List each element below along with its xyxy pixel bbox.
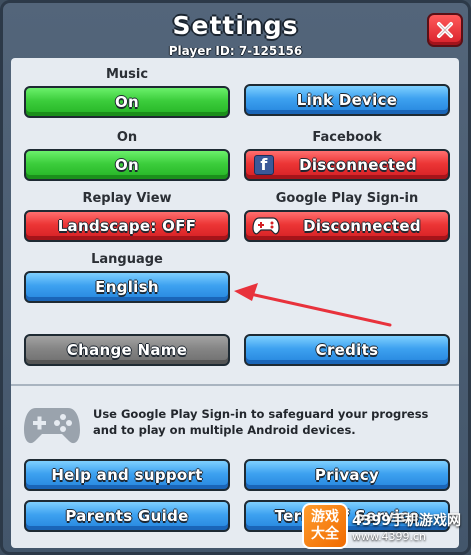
facebook-connect-button[interactable]: f Disconnected [244,149,450,181]
watermark-site-name: 4399手机游戏网 [352,512,461,529]
facebook-label: Facebook [312,130,382,145]
music-toggle-button[interactable]: On [24,86,230,118]
gamepad-icon [24,408,80,444]
language-select-button[interactable]: English [24,271,230,303]
site-watermark: 游戏 大全 4399手机游戏网 www.4399.cn [302,500,470,552]
change-name-button[interactable]: Change Name [24,334,230,366]
google-play-status: Disconnected [303,217,421,235]
annotation-arrow-icon [234,283,392,327]
google-play-info-text: Use Google Play Sign-in to safeguard you… [93,407,429,437]
parents-guide-button[interactable]: Parents Guide [24,500,230,532]
privacy-button[interactable]: Privacy [244,459,450,491]
language-label: Language [91,252,163,267]
music-label: Music [105,67,149,82]
section-divider [11,384,459,386]
google-play-connect-button[interactable]: Disconnected [244,210,450,242]
facebook-icon: f [254,155,274,175]
close-icon [437,22,453,38]
help-and-support-button[interactable]: Help and support [24,459,230,491]
page-title: Settings [172,11,299,40]
replay-view-label: Replay View [82,191,172,206]
close-button[interactable] [427,13,463,47]
replay-view-button[interactable]: Landscape: OFF [24,210,230,242]
sfx-label: On [116,130,138,145]
sfx-toggle-button[interactable]: On [24,149,230,181]
watermark-logo: 游戏 大全 [302,503,348,549]
gamepad-icon [252,217,280,235]
player-id: Player ID: 7-125156 [168,44,303,58]
watermark-site-url: www.4399.cn [352,529,426,543]
facebook-status: Disconnected [299,156,417,174]
google-play-label: Google Play Sign-in [275,191,419,206]
credits-button[interactable]: Credits [244,334,450,366]
link-device-button[interactable]: Link Device [244,84,450,116]
